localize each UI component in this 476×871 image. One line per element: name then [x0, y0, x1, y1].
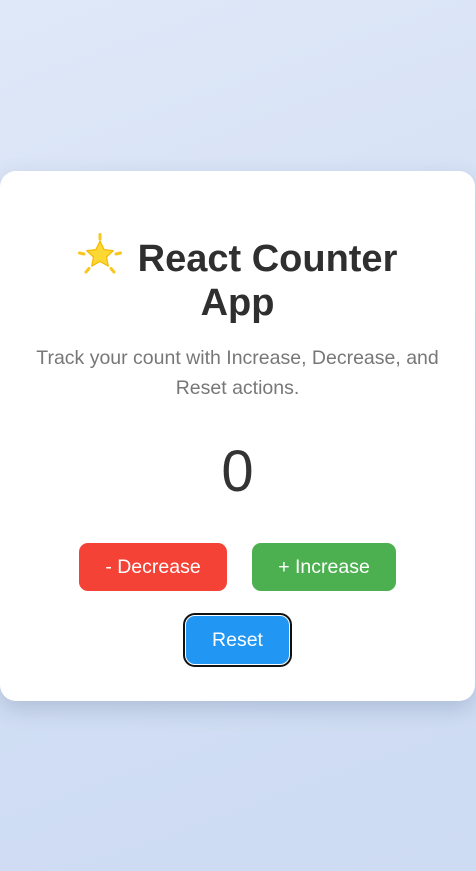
increase-button[interactable]: + Increase — [252, 543, 396, 591]
title-text: React Counter App — [137, 238, 398, 324]
reset-button[interactable]: Reset — [183, 613, 292, 667]
star-icon — [77, 233, 122, 277]
counter-value: 0 — [221, 439, 254, 504]
counter-card: React Counter App Track your count with … — [0, 171, 475, 701]
page-title: React Counter App — [40, 233, 435, 325]
decrease-button[interactable]: - Decrease — [79, 543, 227, 591]
subtitle: Track your count with Increase, Decrease… — [36, 347, 439, 399]
